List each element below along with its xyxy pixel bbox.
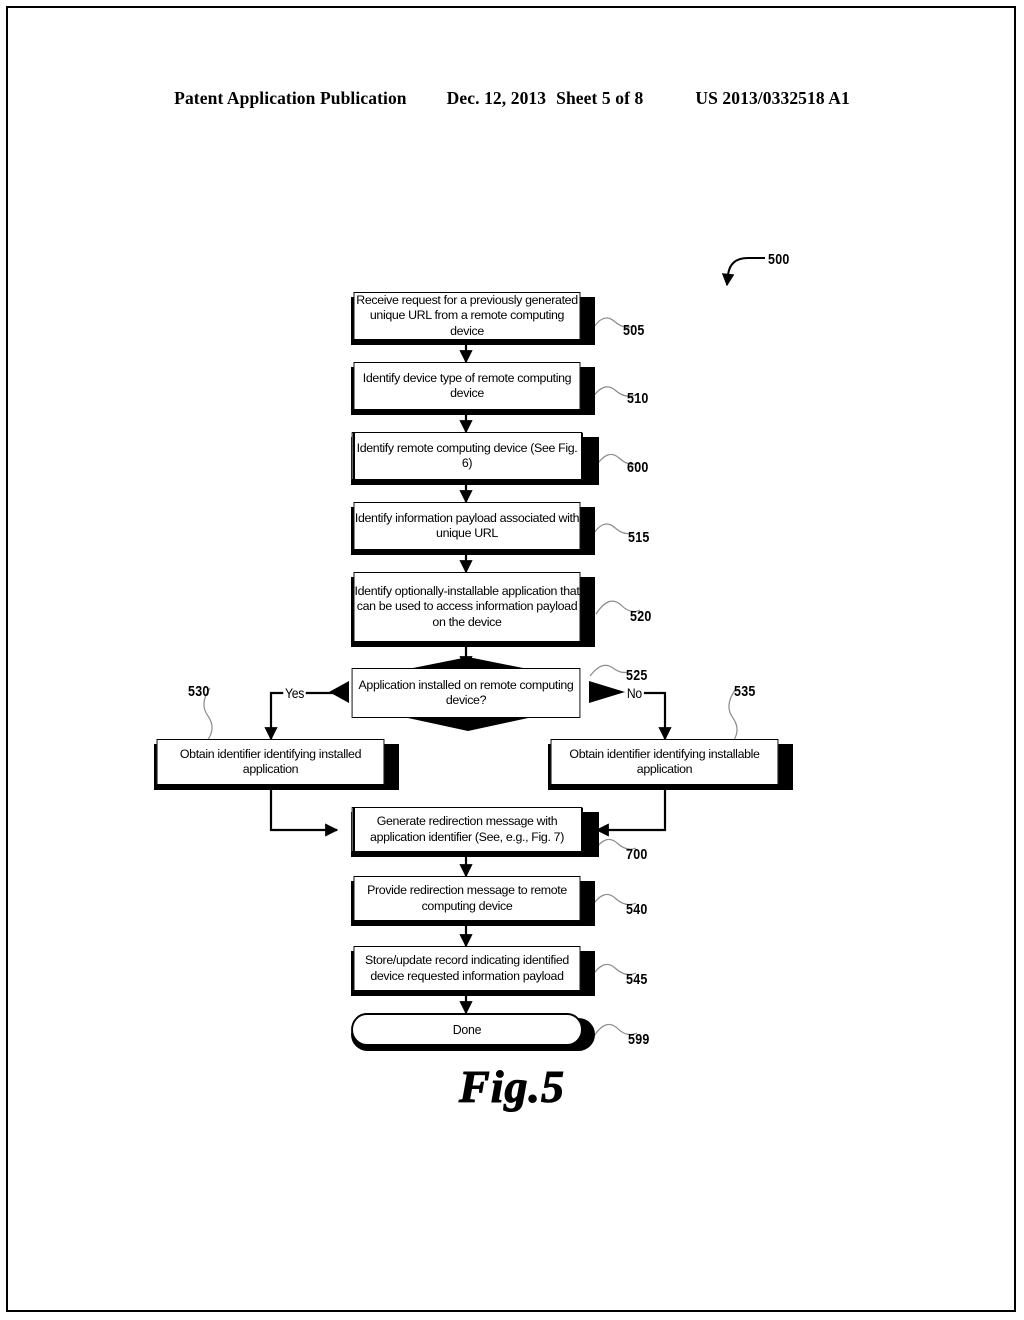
- node-done-terminator[interactable]: Done: [351, 1013, 583, 1046]
- node-decision-application-installed-label: Application installed on remote computin…: [358, 677, 574, 708]
- node-generate-redirection-message-subroutine[interactable]: Generate redirection message with applic…: [351, 807, 583, 852]
- subroutine-bar-right: [581, 808, 583, 851]
- ref-515: 515: [628, 530, 650, 546]
- node-identify-installable-application-label: Identify optionally-installable applicat…: [354, 583, 580, 629]
- ref-505: 505: [623, 323, 645, 339]
- decision-point-bottom: [408, 718, 528, 731]
- ref-545: 545: [626, 972, 648, 988]
- node-obtain-installable-identifier-label: Obtain identifier identifying installabl…: [569, 746, 760, 777]
- node-receive-request-label: Receive request for a previously generat…: [356, 292, 578, 338]
- ref-599: 599: [628, 1032, 650, 1048]
- ref-500: 500: [768, 252, 790, 268]
- node-identify-remote-device-label: Identify remote computing device (See Fi…: [356, 440, 578, 471]
- node-store-update-record-label: Store/update record indicating identifie…: [365, 953, 569, 983]
- ref-525: 525: [626, 668, 648, 684]
- node-identify-information-payload[interactable]: Identify information payload associated …: [353, 502, 581, 550]
- ref-520: 520: [630, 609, 652, 625]
- branch-label-no: No: [625, 686, 644, 701]
- node-decision-application-installed[interactable]: Application installed on remote computin…: [351, 668, 581, 718]
- node-generate-redirection-message-label: Generate redirection message with applic…: [370, 814, 564, 844]
- node-receive-request[interactable]: Receive request for a previously generat…: [353, 292, 581, 340]
- subroutine-bar-left: [353, 808, 355, 851]
- ref-700: 700: [626, 847, 648, 863]
- flowchart-figure-5: Receive request for a previously generat…: [0, 0, 1024, 1320]
- node-obtain-installable-identifier[interactable]: Obtain identifier identifying installabl…: [550, 739, 779, 785]
- figure-caption: Fig.5: [458, 1060, 565, 1112]
- node-obtain-installed-identifier[interactable]: Obtain identifier identifying installed …: [156, 739, 385, 785]
- node-identify-remote-device-subroutine[interactable]: Identify remote computing device (See Fi…: [351, 432, 583, 480]
- node-identify-device-type[interactable]: Identify device type of remote computing…: [353, 362, 581, 410]
- ref-600: 600: [627, 460, 649, 476]
- node-identify-installable-application[interactable]: Identify optionally-installable applicat…: [353, 572, 581, 642]
- ref-540: 540: [626, 902, 648, 918]
- node-identify-device-type-label: Identify device type of remote computing…: [362, 370, 572, 401]
- ref-535: 535: [734, 684, 756, 700]
- node-provide-redirection-message[interactable]: Provide redirection message to remote co…: [353, 876, 581, 921]
- decision-point-right: [589, 681, 625, 703]
- subroutine-bar-right: [581, 433, 583, 479]
- ref-510: 510: [627, 391, 649, 407]
- node-provide-redirection-message-label: Provide redirection message to remote co…: [367, 883, 567, 913]
- branch-label-yes: Yes: [283, 686, 306, 701]
- node-obtain-installed-identifier-label: Obtain identifier identifying installed …: [179, 746, 362, 777]
- subroutine-bar-left: [353, 433, 355, 479]
- node-done-label: Done: [452, 1022, 482, 1037]
- installable-to-generate-line: [595, 789, 667, 837]
- node-identify-information-payload-label: Identify information payload associated …: [354, 510, 580, 541]
- ref-530: 530: [188, 684, 210, 700]
- installed-to-generate-line: [269, 789, 339, 837]
- node-store-update-record[interactable]: Store/update record indicating identifie…: [353, 946, 581, 991]
- figure-ref-pointer: [721, 256, 765, 287]
